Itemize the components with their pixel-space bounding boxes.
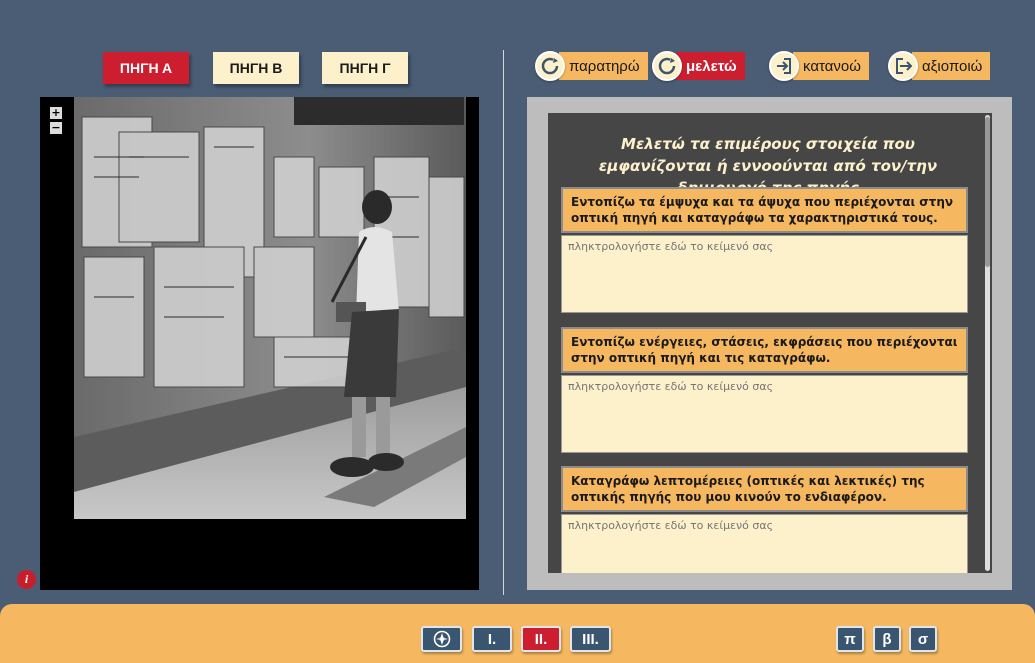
image-viewer[interactable]: + −	[40, 97, 479, 590]
compass-icon	[433, 630, 450, 648]
tab-source-c[interactable]: ΠΗΓΗ Γ	[322, 52, 408, 84]
step-study[interactable]: μελετώ	[652, 51, 745, 81]
nav-section-2-button[interactable]: II.	[521, 626, 561, 652]
step-understand[interactable]: κατανοώ	[769, 51, 869, 81]
vertical-divider	[503, 50, 504, 595]
question-prompt-2: Εντοπίζω ενέργειες, στάσεις, εκφράσεις π…	[561, 327, 968, 373]
tab-source-b[interactable]: ΠΗΓΗ Β	[213, 52, 299, 84]
enter-icon	[769, 51, 799, 81]
historical-photo	[74, 97, 466, 519]
step-observe[interactable]: παρατηρώ	[535, 51, 648, 81]
tab-source-a[interactable]: ΠΗΓΗ Α	[103, 52, 189, 84]
answer-field-3[interactable]	[561, 514, 968, 573]
tool-pi-button[interactable]: π	[836, 626, 864, 652]
nav-section-1-button[interactable]: I.	[472, 626, 512, 652]
answer-field-1[interactable]	[561, 235, 968, 313]
info-icon[interactable]: i	[17, 570, 36, 589]
tool-beta-button[interactable]: β	[873, 626, 901, 652]
scrollbar-thumb[interactable]	[985, 117, 990, 267]
worksheet-panel: Μελετώ τα επιμέρους στοιχεία που εμφανίζ…	[527, 97, 1012, 590]
footer-bar: I. II. III. π β σ	[0, 604, 1035, 663]
answer-field-2[interactable]	[561, 375, 968, 453]
question-prompt-1: Εντοπίζω τα έμψυχα και τα άψυχα που περι…	[561, 187, 968, 233]
step-observe-label: παρατηρώ	[559, 52, 648, 80]
cycle-icon	[535, 51, 565, 81]
exit-icon	[888, 51, 918, 81]
zoom-in-button[interactable]: +	[50, 107, 62, 119]
zoom-out-button[interactable]: −	[50, 122, 62, 134]
nav-section-3-button[interactable]: III.	[570, 626, 611, 652]
compass-button[interactable]	[421, 626, 462, 652]
step-understand-label: κατανοώ	[793, 52, 869, 80]
step-utilize-label: αξιοποιώ	[912, 52, 991, 80]
cycle-icon	[652, 51, 682, 81]
tool-sigma-button[interactable]: σ	[909, 626, 937, 652]
step-study-label: μελετώ	[676, 52, 745, 80]
step-utilize[interactable]: αξιοποιώ	[888, 51, 991, 81]
question-prompt-3: Καταγράφω λεπτομέρειες (οπτικές και λεκτ…	[561, 466, 968, 512]
worksheet-content[interactable]: Μελετώ τα επιμέρους στοιχεία που εμφανίζ…	[548, 113, 992, 573]
